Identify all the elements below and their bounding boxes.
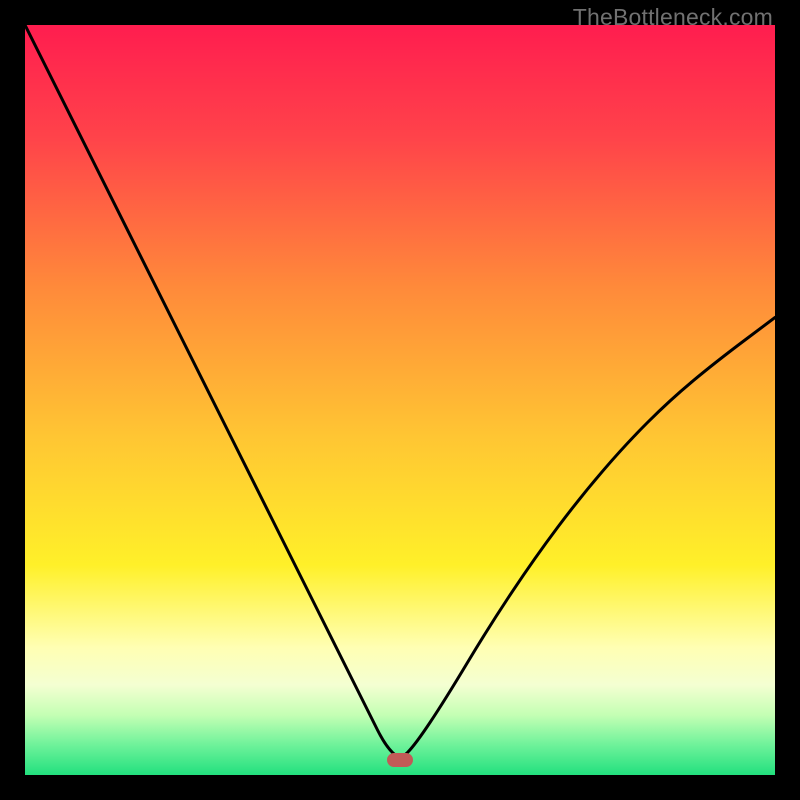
chart-background (25, 25, 775, 775)
bottleneck-chart (25, 25, 775, 775)
watermark-text: TheBottleneck.com (573, 4, 773, 31)
optimal-marker (387, 753, 413, 767)
chart-frame (25, 25, 775, 775)
